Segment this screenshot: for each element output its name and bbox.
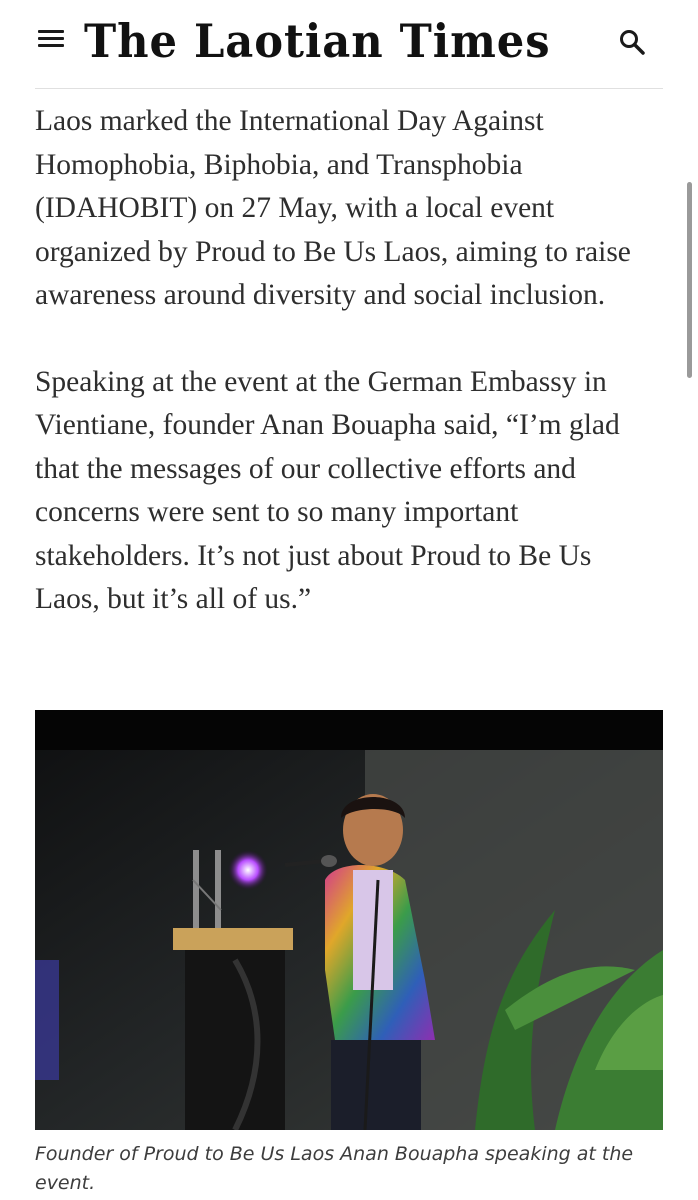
photo-caption: Founder of Proud to Be Us Laos Anan Boua… [35,1143,634,1194]
speaker-photo-illustration [35,710,663,1130]
site-logo[interactable]: The Laotian Times [84,8,573,74]
site-header: The Laotian Times [0,0,698,88]
menu-line [38,30,64,33]
article-body: Laos marked the International Day Agains… [35,100,663,622]
article-photo[interactable] [35,710,663,1130]
menu-line [38,37,64,40]
scrollbar-thumb[interactable] [687,182,692,378]
menu-line [38,44,64,47]
article-paragraph: Speaking at the event at the German Emba… [35,365,620,616]
header-divider [35,88,663,89]
article-paragraph: Laos marked the International Day Agains… [35,105,631,311]
search-icon[interactable] [618,28,648,58]
hamburger-menu-icon[interactable] [38,26,66,52]
